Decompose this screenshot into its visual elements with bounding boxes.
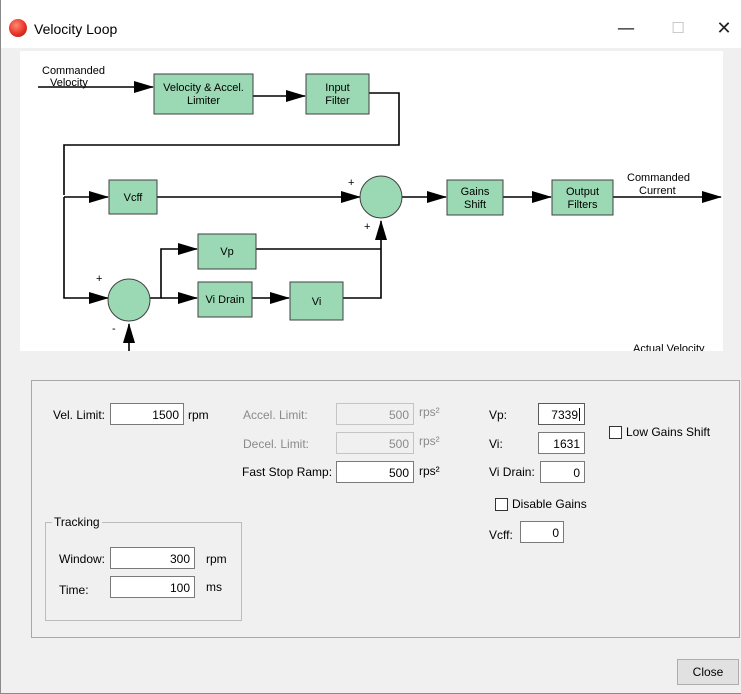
tracking-window-unit: rpm [206,552,227,566]
vp-block-label: Vp [220,246,233,258]
decel-limit-label: Decel. Limit: [243,437,310,451]
accel-limit-label: Accel. Limit: [243,408,308,422]
fast-stop-ramp-input[interactable]: 500 [336,461,414,483]
vp-label: Vp: [489,408,508,422]
vcff-label: Vcff: [489,528,513,542]
vel-limit-input[interactable]: 1500 [110,403,184,425]
low-gains-shift-checkbox[interactable] [609,426,622,439]
tracking-window-input[interactable]: 300 [110,547,195,569]
text-caret [579,408,580,421]
tracking-window-label: Window: [59,552,106,566]
fast-stop-ramp-unit: rps² [419,464,440,478]
minimize-button[interactable]: — [603,10,649,46]
app-logo-icon [9,19,27,37]
vcff-plus-sign: + [348,177,354,189]
output-filters-label-1: Output [566,186,599,198]
vi-input[interactable]: 1631 [538,432,585,454]
vp-value: 7339 [551,408,578,422]
commanded-velocity-label-1: Commanded [42,65,105,77]
vel-limit-unit: rpm [188,408,209,422]
vel-limit-label: Vel. Limit: [53,408,106,422]
input-filter-block [305,73,370,115]
velocity-loop-window: Velocity Loop — ☐ ✕ Velocity & Accel. Li… [0,0,741,694]
fast-stop-ramp-label: Fast Stop Ramp: [242,465,333,479]
vi-drain-label: Vi Drain: [489,465,535,479]
gains-shift-label-2: Shift [464,199,486,211]
commanded-velocity-label-2: Velocity [50,77,88,89]
low-gains-shift-label: Low Gains Shift [626,425,711,439]
error-summing-junction [107,278,151,322]
velocity-accel-limiter-block [153,73,254,115]
disable-gains-checkbox[interactable] [495,498,508,511]
commanded-current-label-1: Commanded [627,172,690,184]
tracking-time-input[interactable]: 100 [110,576,195,598]
vi-block-label: Vi [312,296,322,308]
tracking-time-label: Time: [59,583,89,597]
to-vp-wire [150,243,198,299]
input-filter-label-1: Input [325,82,349,94]
tracking-group: Tracking [45,515,242,621]
decel-limit-input: 500 [336,432,414,454]
output-summing-junction [359,175,403,219]
vi-drain-input[interactable]: 0 [540,461,585,483]
limiter-label-1: Velocity & Accel. [163,82,244,94]
title-bar: Velocity Loop — ☐ ✕ [1,0,741,48]
limiter-label-2: Limiter [187,95,220,107]
feedback-minus-sign: - [112,323,116,335]
window-title: Velocity Loop [34,21,118,37]
output-filters-label-2: Filters [568,199,598,211]
vi-drain-block-label: Vi Drain [206,294,245,306]
disable-gains-label: Disable Gains [512,497,587,511]
gains-shift-label-1: Gains [461,186,490,198]
decel-limit-unit: rps² [419,434,440,448]
accel-limit-input: 500 [336,403,414,425]
close-window-button[interactable]: ✕ [701,10,741,46]
tracking-group-title: Tracking [52,515,102,529]
vi-to-sum-wire [343,220,387,299]
tracking-time-unit: ms [206,580,222,594]
commanded-current-label-2: Current [639,185,676,197]
velocity-loop-diagram: Velocity & Accel. Limiter Input Filter V… [20,51,723,351]
gain-plus-sign: + [364,221,370,233]
vp-input[interactable]: 7339 [538,403,585,425]
close-button[interactable]: Close [677,659,739,685]
command-plus-sign: + [96,273,102,285]
actual-velocity-label: Actual Velocity [633,343,705,351]
vcff-input[interactable]: 0 [520,521,564,543]
accel-limit-unit: rps² [419,405,440,419]
input-filter-label-2: Filter [325,95,350,107]
vi-label: Vi: [489,437,503,451]
vcff-block-label: Vcff [124,192,144,204]
maximize-button: ☐ [671,19,685,37]
